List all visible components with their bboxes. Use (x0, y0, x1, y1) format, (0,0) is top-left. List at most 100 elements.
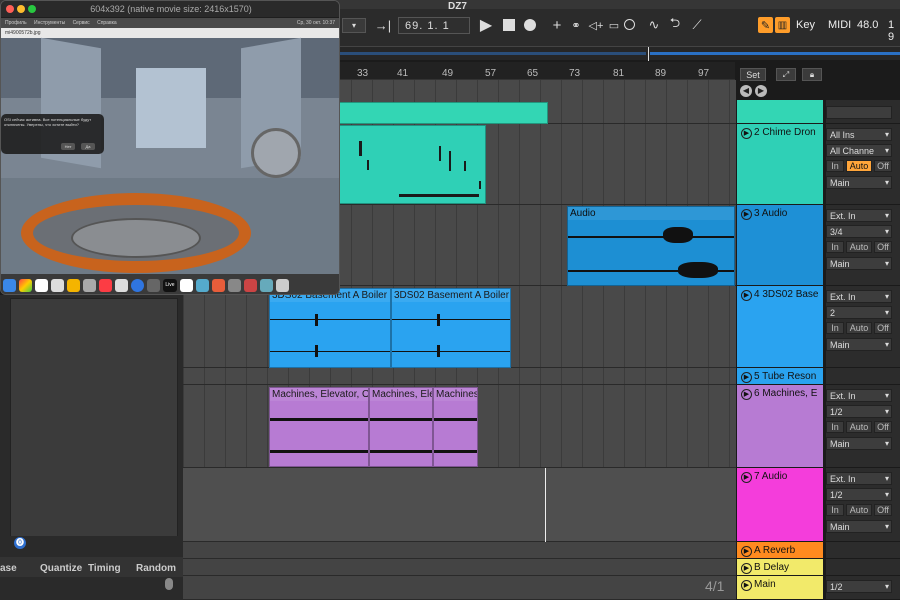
input-channel-dropdown[interactable]: 2 ▾ (826, 306, 892, 319)
info-icon[interactable]: ⓿ (14, 537, 26, 549)
monitor-off-button[interactable]: Off (874, 241, 892, 253)
monitor-in-button[interactable]: In (826, 322, 844, 334)
fold-icon[interactable]: ▶ (741, 372, 752, 383)
calendar-icon[interactable] (35, 278, 48, 292)
input-channel-dropdown[interactable]: 1/2 ▾ (826, 405, 892, 418)
monitor-off-button[interactable]: Off (874, 160, 892, 172)
arrangement-overview[interactable] (340, 46, 900, 61)
track-name[interactable]: 7 Audio (754, 471, 820, 482)
textedit-icon[interactable] (196, 278, 209, 292)
output-dropdown[interactable]: Main ▾ (826, 520, 892, 533)
clip-machines-3[interactable]: Machines (433, 387, 478, 467)
add-icon[interactable]: + (550, 17, 564, 34)
fold-icon[interactable]: ▶ (741, 128, 752, 139)
io-dropdown[interactable] (826, 106, 892, 119)
track-name[interactable]: 6 Machines, E (754, 388, 820, 399)
dialog-yes-button[interactable]: Да (81, 143, 95, 150)
app-icon[interactable] (244, 278, 257, 292)
track-header-5[interactable]: ▶ 5 Tube Reson (737, 368, 823, 385)
keyboard-icon[interactable]: ▥ (775, 17, 790, 33)
play-icon[interactable]: ▶ (478, 16, 494, 34)
lane-main[interactable] (183, 576, 736, 600)
clip-machines-2[interactable]: Machines, Ele (369, 387, 433, 467)
expand-icon[interactable]: ⤢ (776, 68, 796, 81)
track-header-8[interactable]: ▶ A Reverb (737, 542, 823, 559)
arrangement-position[interactable]: 69. 1. 1 (398, 17, 470, 34)
key-map-button[interactable]: Key (796, 19, 815, 31)
track-name[interactable]: Main (754, 579, 820, 590)
stop-icon[interactable] (503, 19, 515, 31)
lane-b-delay[interactable] (183, 559, 736, 576)
monitor-auto-button[interactable]: Auto (846, 322, 872, 334)
transport-dropdown[interactable]: ▾ (342, 18, 366, 33)
pencil-icon[interactable]: ✎ (758, 17, 773, 33)
mail-icon[interactable] (3, 278, 16, 292)
output-dropdown[interactable]: 1/2 ▾ (826, 580, 892, 593)
clip-chime-midi[interactable] (338, 125, 486, 204)
downloads-folder-icon[interactable] (260, 278, 273, 292)
music-icon[interactable] (99, 278, 112, 292)
scrollbar-thumb[interactable] (165, 578, 173, 590)
track-header-1[interactable] (737, 100, 823, 124)
input-type-dropdown[interactable]: All Ins ▾ (826, 128, 892, 141)
track-name[interactable]: 3 Audio (754, 208, 820, 219)
monitor-in-button[interactable]: In (826, 504, 844, 516)
monitor-in-button[interactable]: In (826, 241, 844, 253)
track-name[interactable]: 4 3DS02 Base (754, 289, 820, 300)
track-header-4[interactable]: ▶ 4 3DS02 Base (737, 286, 823, 368)
track-header-2[interactable]: ▶ 2 Chime Dron (737, 124, 823, 205)
dialog-no-button[interactable]: Нет (61, 143, 75, 150)
follow-icon[interactable]: →| (372, 18, 394, 33)
fold-icon[interactable]: ▶ (741, 563, 752, 574)
contacts-icon[interactable] (83, 278, 96, 292)
clip-machines-1[interactable]: Machines, Elevator, O (269, 387, 369, 467)
back-to-arrangement-icon[interactable]: ◁+ (588, 17, 604, 33)
track-header-7[interactable]: ▶ 7 Audio (737, 468, 823, 542)
monitor-in-button[interactable]: In (826, 160, 844, 172)
monitor-off-button[interactable]: Off (874, 504, 892, 516)
appstore-icon[interactable] (115, 278, 128, 292)
output-dropdown[interactable]: Main ▾ (826, 437, 892, 450)
browser-pane[interactable] (10, 298, 178, 548)
utility-icon[interactable] (228, 278, 241, 292)
midi-map-button[interactable]: MIDI (828, 19, 851, 31)
notes-icon[interactable] (67, 278, 80, 292)
loop-icon[interactable]: ⮌ (667, 15, 683, 33)
monitor-off-button[interactable]: Off (874, 322, 892, 334)
input-channel-dropdown[interactable]: 3/4 ▾ (826, 225, 892, 238)
monitor-in-button[interactable]: In (826, 421, 844, 433)
output-dropdown[interactable]: Main ▾ (826, 257, 892, 270)
track-header-6[interactable]: ▶ 6 Machines, E (737, 385, 823, 468)
lane-7-audio[interactable] (183, 468, 736, 542)
fold-icon[interactable]: ▶ (741, 546, 752, 557)
clip-basement-1[interactable]: 3DS02 Basement A Boiler R (269, 288, 391, 368)
input-channel-dropdown[interactable]: 1/2 ▾ (826, 488, 892, 501)
monitor-auto-button[interactable]: Auto (846, 421, 872, 433)
fold-icon[interactable]: ▶ (741, 389, 752, 400)
output-dropdown[interactable]: Main ▾ (826, 176, 892, 189)
track-name[interactable]: 2 Chime Dron (754, 127, 820, 138)
track-name[interactable]: 5 Tube Reson (754, 371, 820, 382)
track-name[interactable]: B Delay (754, 562, 820, 573)
session-record-icon[interactable]: ▭ (606, 17, 622, 33)
output-dropdown[interactable]: Main ▾ (826, 338, 892, 351)
tool-icon[interactable] (212, 278, 225, 292)
monitor-auto-button[interactable]: Auto (846, 160, 872, 172)
track-header-3[interactable]: ▶ 3 Audio (737, 205, 823, 286)
input-type-dropdown[interactable]: Ext. In ▾ (826, 389, 892, 402)
reminders-icon[interactable] (51, 278, 64, 292)
automation-icon[interactable]: ∿ (646, 17, 662, 33)
input-channel-dropdown[interactable]: All Channe ▾ (826, 144, 892, 157)
lane-5-tube[interactable] (183, 368, 736, 385)
lock-icon[interactable]: 🔒︎ (802, 68, 822, 81)
trash-icon[interactable] (276, 278, 289, 292)
lane-a-reverb[interactable] (183, 542, 736, 559)
clip-basement-2[interactable]: 3DS02 Basement A Boiler R (391, 288, 511, 368)
ableton-live-icon[interactable]: Live (163, 278, 177, 292)
monitor-auto-button[interactable]: Auto (846, 241, 872, 253)
monitor-off-button[interactable]: Off (874, 421, 892, 433)
link-icon[interactable]: ⚭ (568, 17, 584, 33)
clip-audio[interactable]: Audio (567, 206, 735, 286)
safari-icon[interactable] (131, 278, 144, 292)
prev-locator-icon[interactable]: ◀ (740, 85, 752, 97)
